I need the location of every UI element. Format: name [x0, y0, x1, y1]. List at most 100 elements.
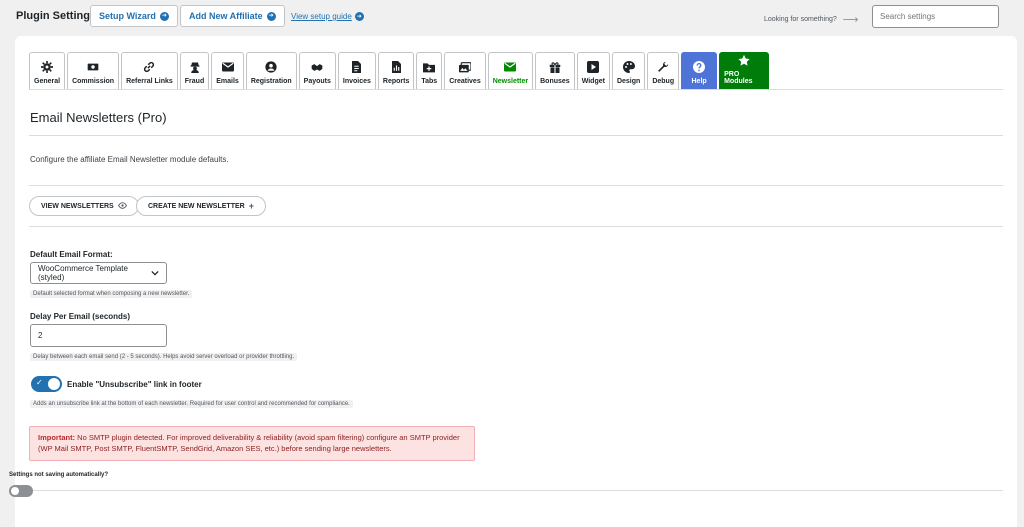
tab-fraud[interactable]: Fraud [179, 52, 210, 90]
arrow-right-icon: ➜ [354, 12, 364, 21]
money-icon [87, 61, 99, 73]
fraud-icon [189, 61, 201, 73]
notice-text: No SMTP plugin detected. For improved de… [38, 433, 460, 453]
tab-reports[interactable]: Reports [377, 52, 415, 90]
folder-plus-icon [423, 61, 436, 73]
star-icon [738, 54, 750, 66]
arrow-right-icon: ➜ [266, 11, 276, 21]
setup-guide-link[interactable]: View setup guide ➜ [291, 12, 364, 21]
eye-icon [117, 201, 127, 211]
add-affiliate-label: Add New Affiliate [189, 11, 263, 21]
tab-label: Registration [250, 78, 292, 85]
tab-design[interactable]: Design [611, 52, 646, 90]
divider [29, 135, 1003, 136]
gift-icon [549, 61, 561, 73]
format-hint: Default selected format when composing a… [30, 290, 193, 298]
view-newsletters-button[interactable]: VIEW NEWSLETTERS [29, 196, 139, 216]
tab-help[interactable]: Help [681, 52, 718, 90]
delay-hint: Delay between each email send (2 - 5 sec… [30, 353, 298, 361]
tab-newsletter[interactable]: Newsletter [487, 52, 534, 90]
invoice-icon [351, 61, 363, 73]
play-icon [587, 61, 600, 73]
smtp-notice: Important: No SMTP plugin detected. For … [29, 426, 475, 461]
format-label: Default Email Format: [30, 250, 113, 259]
palette-icon [622, 61, 635, 73]
delay-value: 2 [38, 331, 43, 340]
format-select[interactable]: WooCommerce Template (styled) [30, 262, 167, 284]
tab-label: Tabs [421, 78, 438, 85]
tab-label: Reports [382, 78, 410, 85]
divider [29, 185, 1003, 186]
gear-icon [41, 61, 54, 73]
tab-label: Commission [72, 78, 115, 85]
question-icon [693, 61, 706, 73]
tab-pro-modules[interactable]: PRO Modules [719, 52, 770, 90]
chevron-down-icon [151, 269, 159, 278]
tab-label: Help [691, 78, 707, 85]
notice-strong: Important: [38, 433, 76, 442]
tab-label: Fraud [184, 78, 205, 85]
tab-referral-links[interactable]: Referral Links [121, 52, 178, 90]
tab-label: Invoices [342, 78, 371, 85]
arrow-right-icon: ➜ [159, 11, 169, 21]
link-icon [143, 61, 155, 73]
toggle-knob [11, 487, 19, 495]
user-circle-icon [265, 61, 277, 73]
tab-label: PRO Modules [724, 71, 753, 85]
tab-general[interactable]: General [29, 52, 66, 90]
unsubscribe-hint: Adds an unsubscribe link at the bottom o… [30, 400, 353, 408]
tab-emails[interactable]: Emails [211, 52, 244, 90]
envelope-icon [221, 61, 234, 73]
setup-wizard-button[interactable]: Setup Wizard ➜ [90, 5, 178, 27]
tab-creatives[interactable]: Creatives [444, 52, 486, 90]
unsubscribe-toggle[interactable]: ✓ [31, 376, 62, 392]
format-value: WooCommerce Template (styled) [38, 264, 128, 282]
settings-tabs: General Commission Referral Links Fraud Emai… [29, 52, 770, 90]
envelope-icon [504, 61, 517, 73]
top-bar: Plugin Settings Setup Wizard ➜ Add New A… [0, 0, 1024, 34]
tab-commission[interactable]: Commission [67, 52, 120, 90]
tab-label: General [34, 78, 61, 85]
tab-widget[interactable]: Widget [576, 52, 610, 90]
looking-hint: Looking for something? ⟶ [764, 13, 859, 26]
plus-icon: + [248, 201, 254, 211]
create-newsletter-label: CREATE NEW NEWSLETTER [148, 202, 245, 210]
view-newsletters-label: VIEW NEWSLETTERS [41, 202, 114, 210]
tab-label: Payouts [303, 78, 331, 85]
section-title: Email Newsletters (Pro) [30, 110, 167, 125]
tab-label: Newsletter [492, 78, 529, 85]
long-arrow-icon: ⟶ [842, 14, 859, 26]
tab-label: Widget [581, 78, 605, 85]
handshake-icon [311, 61, 323, 73]
autosave-toggle[interactable] [9, 485, 33, 497]
wrench-icon [657, 61, 669, 73]
create-newsletter-button[interactable]: CREATE NEW NEWSLETTER + [136, 196, 266, 216]
tab-debug[interactable]: Debug [647, 52, 680, 90]
divider [29, 226, 1003, 227]
divider [29, 490, 1003, 491]
search-input[interactable] [872, 5, 999, 28]
tab-label: Design [616, 78, 641, 85]
tab-label: Emails [216, 78, 239, 85]
tab-label: Referral Links [126, 78, 173, 85]
toggle-knob [48, 378, 60, 390]
tab-invoices[interactable]: Invoices [337, 52, 376, 90]
setup-wizard-label: Setup Wizard [99, 11, 156, 21]
section-description: Configure the affiliate Email Newsletter… [30, 155, 229, 164]
setup-guide-label: View setup guide [291, 12, 352, 21]
tab-label: Debug [652, 78, 675, 85]
tab-payouts[interactable]: Payouts [298, 52, 336, 90]
tab-label: Creatives [449, 78, 481, 85]
delay-input[interactable]: 2 [30, 324, 167, 347]
page-title: Plugin Settings [16, 10, 97, 22]
tab-label: Bonuses [540, 78, 570, 85]
not-saving-label: Settings not saving automatically? [9, 472, 109, 478]
tab-bonuses[interactable]: Bonuses [535, 52, 575, 90]
settings-card: General Commission Referral Links Fraud Emai… [15, 36, 1017, 527]
check-icon: ✓ [36, 378, 43, 387]
looking-text: Looking for something? [764, 16, 837, 23]
images-icon [458, 61, 471, 73]
tab-tabs[interactable]: Tabs [416, 52, 443, 90]
tab-registration[interactable]: Registration [245, 52, 297, 90]
add-affiliate-button[interactable]: Add New Affiliate ➜ [180, 5, 285, 27]
